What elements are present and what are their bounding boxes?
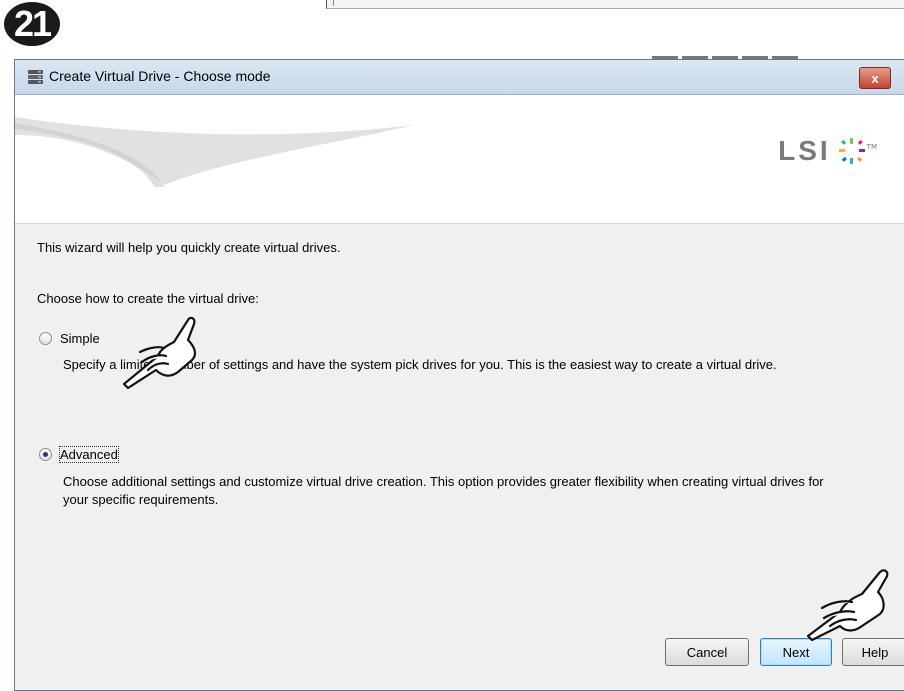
choose-prompt: Choose how to create the virtual drive: <box>37 291 259 306</box>
simple-option-label[interactable]: Simple <box>60 331 100 346</box>
simple-radio-button[interactable] <box>39 332 52 345</box>
lsi-logo-text: LSI <box>778 135 831 166</box>
close-icon: x <box>871 70 879 86</box>
database-icon <box>28 70 43 84</box>
background-window-text-fragment <box>652 44 832 60</box>
lsi-logo: LSI TM <box>778 135 877 167</box>
step-number-badge: 21 <box>4 2 60 46</box>
close-button[interactable]: x <box>859 67 891 89</box>
advanced-option[interactable]: Advanced <box>39 446 119 463</box>
advanced-option-description: Choose additional settings and customize… <box>63 474 824 507</box>
cancel-button[interactable]: Cancel <box>665 638 749 666</box>
pointing-hand-icon <box>122 316 197 390</box>
dialog-titlebar: Create Virtual Drive - Choose mode x <box>15 60 904 95</box>
background-window <box>326 0 904 9</box>
simple-option[interactable]: Simple <box>39 331 100 346</box>
wizard-content: This wizard will help you quickly create… <box>15 224 904 690</box>
lsi-logo-icon <box>838 138 865 164</box>
intro-text: This wizard will help you quickly create… <box>37 240 341 255</box>
trademark-mark: TM <box>866 143 877 151</box>
wizard-banner: LSI TM <box>15 95 904 224</box>
advanced-option-label[interactable]: Advanced <box>59 446 119 463</box>
advanced-radio-button[interactable] <box>39 448 52 461</box>
dialog-title: Create Virtual Drive - Choose mode <box>49 68 271 84</box>
wizard-button-bar: Cancel Next Help <box>15 638 904 678</box>
pointing-hand-icon <box>806 569 889 642</box>
banner-swoosh-graphic <box>15 117 415 187</box>
